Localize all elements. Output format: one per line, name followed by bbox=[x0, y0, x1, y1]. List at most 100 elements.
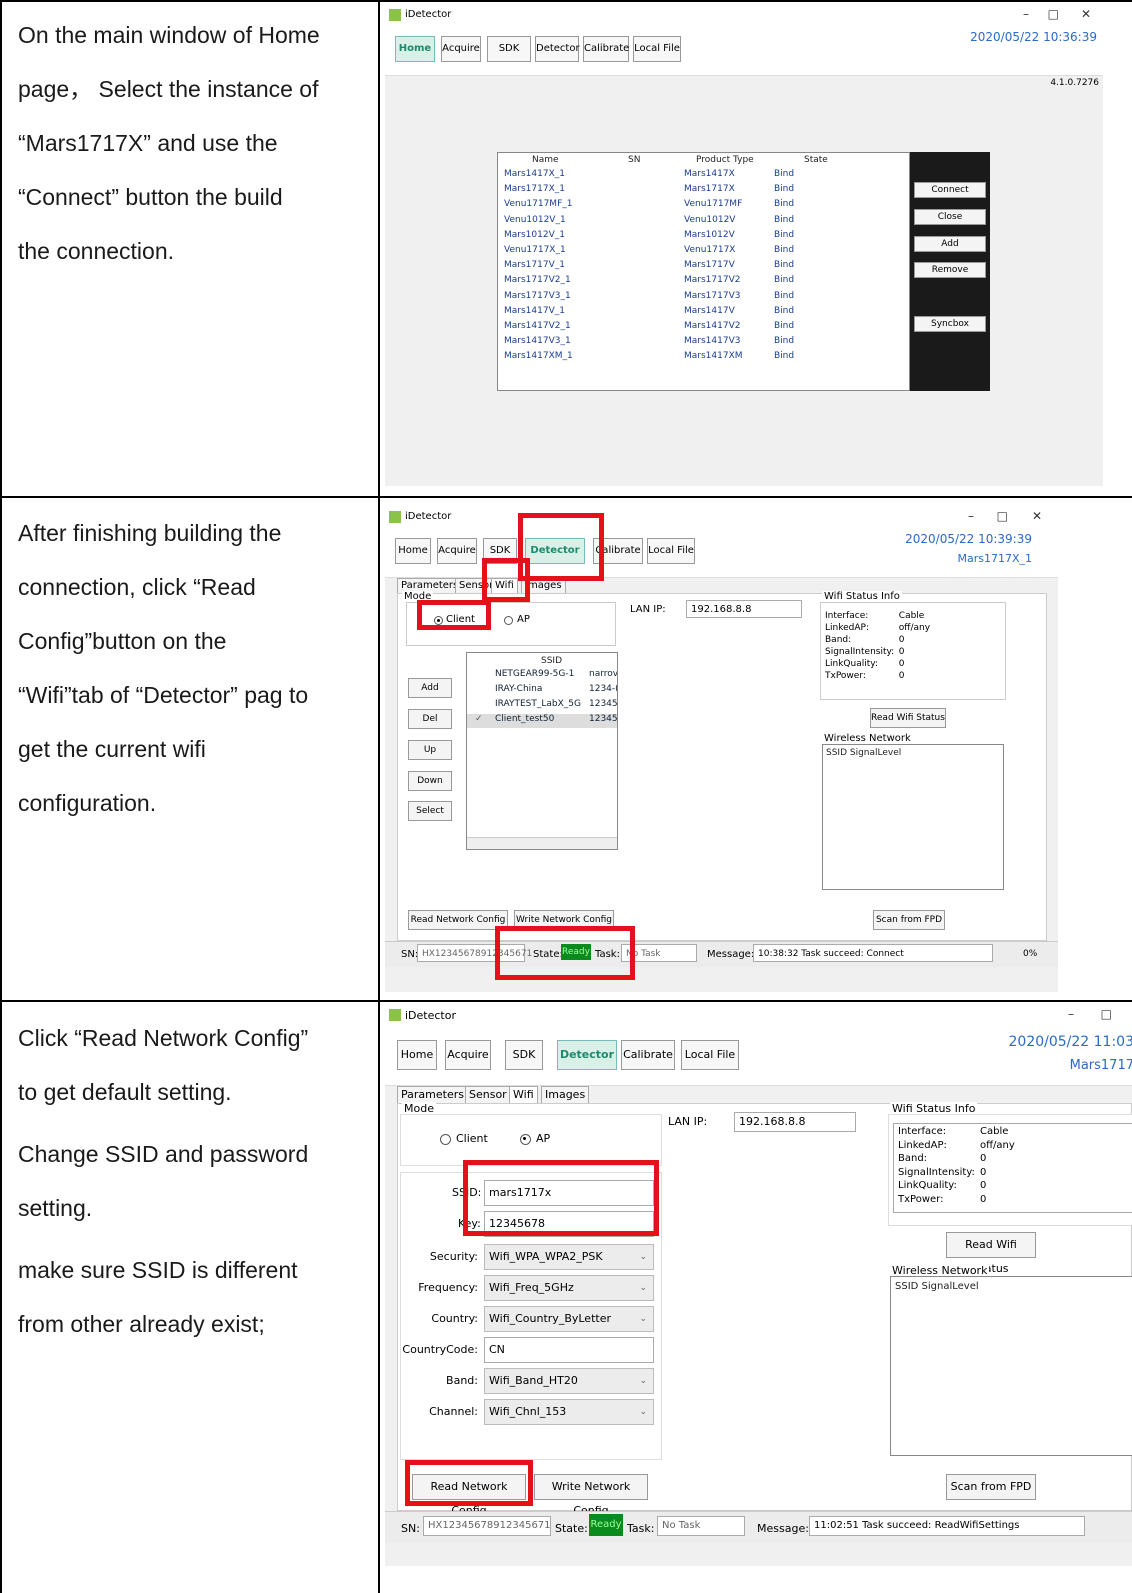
instance-row[interactable]: Venu1717MF_1 Venu1717MF Bind bbox=[498, 199, 908, 211]
lan-ip-input[interactable]: 192.168.8.8 bbox=[734, 1112, 856, 1132]
table-row-divider-2 bbox=[0, 1000, 1132, 1002]
syncbox-button[interactable]: Syncbox bbox=[914, 316, 986, 332]
instruction-line: the connection. bbox=[18, 238, 175, 264]
remove-instance-button[interactable]: Remove bbox=[914, 262, 986, 278]
add-instance-button[interactable]: Add bbox=[914, 236, 986, 252]
nav-detector[interactable]: Detector bbox=[535, 36, 580, 62]
maximize-icon[interactable]: □ bbox=[1048, 7, 1059, 21]
nav-detector[interactable]: Detector bbox=[557, 1040, 617, 1070]
minimize-icon[interactable]: – bbox=[1023, 7, 1029, 21]
instance-row[interactable]: Mars1417X_1 Mars1417X Bind bbox=[498, 169, 908, 181]
ssid-key: 12345( bbox=[589, 699, 617, 709]
nav-acquire[interactable]: Acquire bbox=[445, 1040, 491, 1070]
nav-home[interactable]: Home bbox=[395, 36, 435, 62]
ap-field-select[interactable]: Wifi_Freq_5GHz ⌄ bbox=[484, 1275, 654, 1301]
nav-local-file[interactable]: Local File bbox=[647, 538, 695, 564]
nav-home[interactable]: Home bbox=[395, 538, 431, 564]
instruction-line: to get default setting. bbox=[18, 1079, 232, 1105]
nav-sdk[interactable]: SDK bbox=[505, 1040, 543, 1070]
instance-row[interactable]: Venu1012V_1 Venu1012V Bind bbox=[498, 215, 908, 227]
nav-calibrate[interactable]: Calibrate bbox=[583, 36, 629, 62]
nav-acquire[interactable]: Acquire bbox=[437, 538, 477, 564]
ap-field-value: Wifi_Chnl_153 bbox=[489, 1405, 567, 1418]
ap-field-select[interactable]: Wifi_Chnl_153 ⌄ bbox=[484, 1399, 654, 1425]
close-icon[interactable]: ✕ bbox=[1032, 509, 1042, 523]
instance-list[interactable]: Name SN Product Type State Mars1417X_1 Ma… bbox=[497, 152, 910, 391]
tab-images[interactable]: Images bbox=[541, 1086, 590, 1104]
nav-local-file[interactable]: Local File bbox=[681, 1040, 739, 1070]
instance-name: Mars1717V2_1 bbox=[504, 275, 571, 286]
lan-ip-label: LAN IP: bbox=[668, 1115, 708, 1128]
instance-row[interactable]: Mars1417V3_1 Mars1417V3 Bind bbox=[498, 336, 908, 348]
wireless-network-list[interactable]: SSID SignalLevel bbox=[822, 744, 1004, 890]
nav-local-file[interactable]: Local File bbox=[633, 36, 681, 62]
highlight-read-network-config bbox=[495, 926, 635, 980]
ap-field-select[interactable]: Wifi_WPA_WPA2_PSK ⌄ bbox=[484, 1244, 654, 1270]
close-icon[interactable]: ✕ bbox=[1081, 7, 1091, 21]
tab-sensor[interactable]: Sensor bbox=[465, 1086, 511, 1104]
wifi-status-value: off/any bbox=[898, 623, 931, 633]
ap-field-select[interactable]: Wifi_Country_ByLetter ⌄ bbox=[484, 1306, 654, 1332]
lan-ip-input[interactable]: 192.168.8.8 bbox=[686, 600, 802, 618]
instance-name: Mars1717X_1 bbox=[504, 184, 565, 195]
ap-field-select[interactable]: Wifi_Band_HT20 ⌄ bbox=[484, 1368, 654, 1394]
select-ssid-button[interactable]: Select bbox=[408, 801, 452, 821]
instance-row[interactable]: Mars1417V_1 Mars1417V Bind bbox=[498, 306, 908, 318]
move-down-button[interactable]: Down bbox=[408, 771, 452, 791]
connect-button[interactable]: Connect bbox=[914, 182, 986, 198]
minimize-icon[interactable]: – bbox=[1068, 1007, 1074, 1021]
instance-row[interactable]: Mars1717V2_1 Mars1717V2 Bind bbox=[498, 275, 908, 287]
nav-home[interactable]: Home bbox=[397, 1040, 437, 1070]
instance-row[interactable]: Mars1012V_1 Mars1012V Bind bbox=[498, 230, 908, 242]
add-ssid-button[interactable]: Add bbox=[408, 678, 452, 698]
ssid-list-item[interactable]: IRAY-China 1234-( bbox=[467, 684, 617, 698]
chevron-down-icon: ⌄ bbox=[639, 1314, 647, 1324]
instance-state: Bind bbox=[774, 336, 795, 347]
instruction-line: Click “Read Network Config” bbox=[18, 1025, 309, 1051]
delete-ssid-button[interactable]: Del bbox=[408, 709, 452, 729]
ssid-list[interactable]: SSID NETGEAR99-5G-1 narrov IRAY-China 1234-… bbox=[466, 652, 618, 850]
current-instance: Mars1717X_1 bbox=[957, 552, 1032, 565]
instance-row[interactable]: Mars1717V_1 Mars1717V Bind bbox=[498, 260, 908, 272]
read-wifi-status-button[interactable]: Read Wifi Status bbox=[870, 708, 946, 728]
client-radio[interactable] bbox=[440, 1134, 451, 1145]
nav-calibrate[interactable]: Calibrate bbox=[621, 1040, 675, 1070]
wireless-network-list[interactable]: SSID SignalLevel bbox=[890, 1276, 1132, 1456]
highlight-ssid-key bbox=[463, 1160, 659, 1236]
client-label: Client bbox=[456, 1132, 488, 1145]
ap-radio[interactable] bbox=[520, 1134, 531, 1145]
ap-radio[interactable] bbox=[504, 616, 513, 625]
ssid-list-scrollbar[interactable] bbox=[467, 837, 617, 849]
state-badge: Ready bbox=[589, 1514, 623, 1536]
read-network-config-button[interactable]: Read Network Config bbox=[408, 910, 508, 930]
write-network-config-button[interactable]: Write Network Config bbox=[534, 1474, 648, 1517]
wifi-status-key: Interface: bbox=[898, 1126, 947, 1137]
tab-wifi[interactable]: Wifi bbox=[509, 1086, 538, 1104]
minimize-icon[interactable]: – bbox=[968, 509, 974, 523]
close-instance-button[interactable]: Close bbox=[914, 209, 986, 225]
read-wifi-status-button[interactable]: Read Wifi Status bbox=[946, 1232, 1036, 1275]
ssid-list-item[interactable]: NETGEAR99-5G-1 narrov bbox=[467, 669, 617, 683]
move-up-button[interactable]: Up bbox=[408, 740, 452, 760]
maximize-icon[interactable]: □ bbox=[997, 509, 1008, 523]
instance-row[interactable]: Mars1417XM_1 Mars1417XM Bind bbox=[498, 351, 908, 363]
ssid-name: Client_test50 bbox=[495, 714, 555, 724]
maximize-icon[interactable]: □ bbox=[1101, 1007, 1112, 1021]
instance-row[interactable]: Venu1717X_1 Venu1717X Bind bbox=[498, 245, 908, 257]
instance-row[interactable]: Mars1717X_1 Mars1717X Bind bbox=[498, 184, 908, 196]
instance-row[interactable]: Mars1417V2_1 Mars1417V2 Bind bbox=[498, 321, 908, 333]
nav-acquire[interactable]: Acquire bbox=[441, 36, 481, 62]
wifi-status-key: LinkQuality: bbox=[825, 659, 878, 669]
scan-from-fpd-button[interactable]: Scan from FPD bbox=[873, 910, 945, 930]
ssid-list-item[interactable]: ✓ Client_test50 12345( bbox=[467, 714, 617, 728]
instance-row[interactable]: Mars1717V3_1 Mars1717V3 Bind bbox=[498, 291, 908, 303]
ap-field-input[interactable]: CN bbox=[484, 1337, 654, 1363]
ssid-list-item[interactable]: IRAYTEST_LabX_5G 12345( bbox=[467, 699, 617, 713]
nav-sdk[interactable]: SDK bbox=[487, 36, 531, 62]
instance-state: Bind bbox=[774, 169, 795, 179]
instance-name: Mars1012V_1 bbox=[504, 229, 565, 240]
message-field: 11:02:51 Task succeed: ReadWifiSettings bbox=[809, 1516, 1085, 1536]
instance-name: Mars1417XM_1 bbox=[504, 351, 573, 362]
wifi-status-key: TxPower: bbox=[825, 671, 866, 681]
scan-from-fpd-button[interactable]: Scan from FPD bbox=[946, 1474, 1036, 1500]
